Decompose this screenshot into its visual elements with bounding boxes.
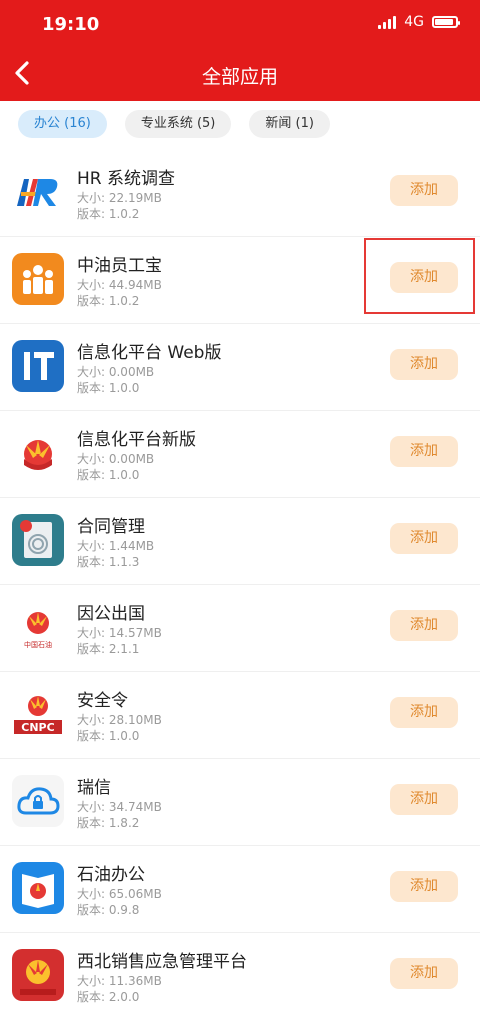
app-size: 大小: 65.06MB: [77, 887, 162, 901]
app-item-it-new[interactable]: 信息化平台新版 大小: 0.00MB 版本: 1.0.0 添加: [0, 411, 480, 498]
add-button[interactable]: 添加: [390, 958, 458, 989]
petrochina-logo-icon: 中国石油: [12, 601, 64, 653]
app-version: 版本: 1.0.0: [77, 468, 140, 482]
app-name: 信息化平台 Web版: [77, 343, 222, 363]
add-button[interactable]: 添加: [390, 175, 458, 206]
employee-icon: [12, 253, 64, 305]
add-button[interactable]: 添加: [390, 871, 458, 902]
app-item-it-web[interactable]: 信息化平台 Web版 大小: 0.00MB 版本: 1.0.0 添加: [0, 324, 480, 411]
app-name: 信息化平台新版: [77, 430, 196, 450]
app-version: 版本: 2.1.1: [77, 642, 140, 656]
app-name: 瑞信: [77, 778, 111, 798]
app-size: 大小: 0.00MB: [77, 365, 155, 379]
app-item-security[interactable]: CNPC 安全令 大小: 28.10MB 版本: 1.0.0 添加: [0, 672, 480, 759]
signal-icon: [378, 15, 397, 29]
app-version: 版本: 2.0.0: [77, 990, 140, 1004]
app-version: 版本: 1.8.2: [77, 816, 140, 830]
app-version: 版本: 1.1.3: [77, 555, 140, 569]
contract-icon: [12, 514, 64, 566]
app-item-oil-office[interactable]: 石油办公 大小: 65.06MB 版本: 0.9.8 添加: [0, 846, 480, 933]
icon-text: CNPC: [21, 721, 54, 734]
app-size: 大小: 34.74MB: [77, 800, 162, 814]
app-version: 版本: 1.0.0: [77, 729, 140, 743]
app-name: 中油员工宝: [77, 256, 162, 276]
add-button[interactable]: 添加: [390, 436, 458, 467]
page-title: 全部应用: [201, 66, 278, 88]
add-button[interactable]: 添加: [390, 784, 458, 815]
add-button[interactable]: 添加: [390, 697, 458, 728]
tab-professional-systems[interactable]: 专业系统 (5): [124, 110, 232, 138]
add-button[interactable]: 添加: [390, 523, 458, 554]
app-name: 石油办公: [77, 865, 145, 885]
app-item-ruixin[interactable]: 瑞信 大小: 34.74MB 版本: 1.8.2 添加: [0, 759, 480, 846]
app-size: 大小: 44.94MB: [77, 278, 162, 292]
app-size: 大小: 28.10MB: [77, 713, 162, 727]
app-item-emergency[interactable]: 西北销售应急管理平台 大小: 11.36MB 版本: 2.0.0 添加: [0, 933, 480, 1019]
app-size: 大小: 1.44MB: [77, 539, 155, 553]
app-name: HR 系统调查: [77, 169, 175, 189]
app-size: 大小: 14.57MB: [77, 626, 162, 640]
top-bar: 19:10 4G 全部应用: [0, 0, 480, 101]
highlight-box: [364, 238, 475, 314]
app-item-hr[interactable]: HR 系统调查 大小: 22.19MB 版本: 1.0.2 添加: [0, 150, 480, 237]
battery-icon: [432, 16, 460, 28]
tab-news[interactable]: 新闻 (1): [249, 110, 330, 138]
it-icon: [12, 340, 64, 392]
category-tabs: 办公 (16) 专业系统 (5) 新闻 (1): [18, 110, 330, 138]
network-label: 4G: [404, 14, 424, 30]
petrochina-logo-icon: [12, 427, 64, 479]
app-size: 大小: 0.00MB: [77, 452, 155, 466]
app-version: 版本: 1.0.2: [77, 207, 140, 221]
app-name: 合同管理: [77, 517, 145, 537]
app-version: 版本: 0.9.8: [77, 903, 140, 917]
petrochina-red-icon: [12, 949, 64, 1001]
app-item-contract[interactable]: 合同管理 大小: 1.44MB 版本: 1.1.3 添加: [0, 498, 480, 585]
add-button[interactable]: 添加: [390, 610, 458, 641]
status-time: 19:10: [42, 14, 100, 35]
cnpc-logo-icon: CNPC: [12, 688, 64, 740]
status-indicators: 4G: [378, 14, 460, 30]
tab-office[interactable]: 办公 (16): [18, 110, 107, 138]
app-name: 西北销售应急管理平台: [77, 952, 247, 972]
app-version: 版本: 1.0.2: [77, 294, 140, 308]
app-size: 大小: 11.36MB: [77, 974, 162, 988]
icon-text: 中国石油: [24, 640, 52, 649]
add-button[interactable]: 添加: [390, 349, 458, 380]
app-item-overseas[interactable]: 中国石油 因公出国 大小: 14.57MB 版本: 2.1.1 添加: [0, 585, 480, 672]
app-size: 大小: 22.19MB: [77, 191, 162, 205]
hr-logo-icon: [12, 166, 64, 218]
book-icon: [12, 862, 64, 914]
app-name: 因公出国: [77, 604, 145, 624]
cloud-lock-icon: [12, 775, 64, 827]
app-version: 版本: 1.0.0: [77, 381, 140, 395]
app-name: 安全令: [77, 691, 128, 711]
